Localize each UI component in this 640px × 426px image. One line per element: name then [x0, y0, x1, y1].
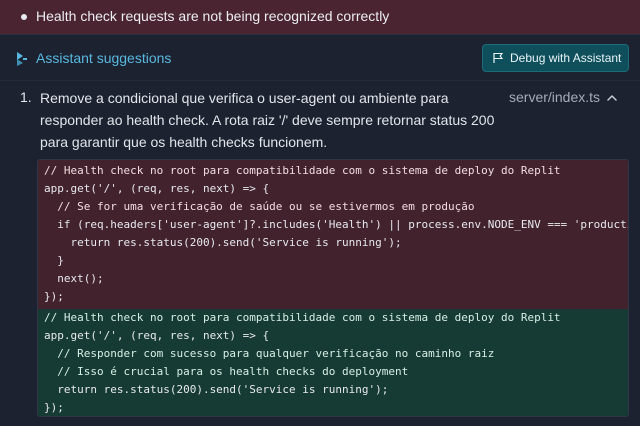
code-line-removed: // Se for uma verificação de saúde ou se… — [44, 200, 475, 213]
debug-button-label: Debug with Assistant — [510, 51, 622, 65]
code-line-removed: app.get('/', (req, res, next) => { — [44, 182, 270, 195]
removed-code-section: // Health check no root para compatibili… — [38, 160, 628, 309]
code-line-added: // Isso é crucial para os health checks … — [44, 365, 409, 378]
code-line-removed: } — [44, 254, 64, 267]
added-code-section: // Health check no root para compatibili… — [38, 309, 628, 416]
flag-icon — [493, 52, 504, 63]
code-line-removed: if (req.headers['user-agent']?.includes(… — [44, 218, 629, 231]
suggestion-number: 1. — [20, 89, 32, 105]
code-diff: // Health check no root para compatibili… — [37, 159, 629, 417]
code-line-removed: // Health check no root para compatibili… — [44, 164, 561, 177]
suggestion-description: Remove a condicional que verifica o user… — [40, 87, 510, 153]
suggestion-line: para garantir que os health checks funci… — [40, 134, 328, 150]
issue-banner: Health check requests are not being reco… — [0, 0, 640, 35]
suggestion-line: Remove a condicional que verifica o user… — [40, 90, 449, 106]
assistant-icon — [17, 52, 27, 66]
file-link[interactable]: server/index.ts — [509, 89, 600, 105]
code-line-added: return res.status(200).send('Service is … — [44, 383, 389, 396]
chevron-up-icon[interactable] — [605, 91, 619, 105]
code-line-added: // Health check no root para compatibili… — [44, 311, 561, 324]
debug-with-assistant-button[interactable]: Debug with Assistant — [482, 44, 629, 72]
code-line-added: app.get('/', (req, res, next) => { — [44, 329, 270, 342]
panel-title: Assistant suggestions — [36, 50, 172, 66]
divider — [0, 80, 640, 81]
code-line-removed: return res.status(200).send('Service is … — [44, 236, 402, 249]
code-line-added: // Responder com sucesso para qualquer v… — [44, 347, 495, 360]
code-line-added: }); — [44, 401, 64, 414]
code-line-removed: next(); — [44, 272, 104, 285]
suggestion-line: responder ao health check. A rota raiz '… — [40, 112, 495, 128]
issue-text: Health check requests are not being reco… — [36, 8, 390, 24]
code-line-removed: }); — [44, 290, 64, 303]
bullet-icon — [21, 14, 27, 20]
